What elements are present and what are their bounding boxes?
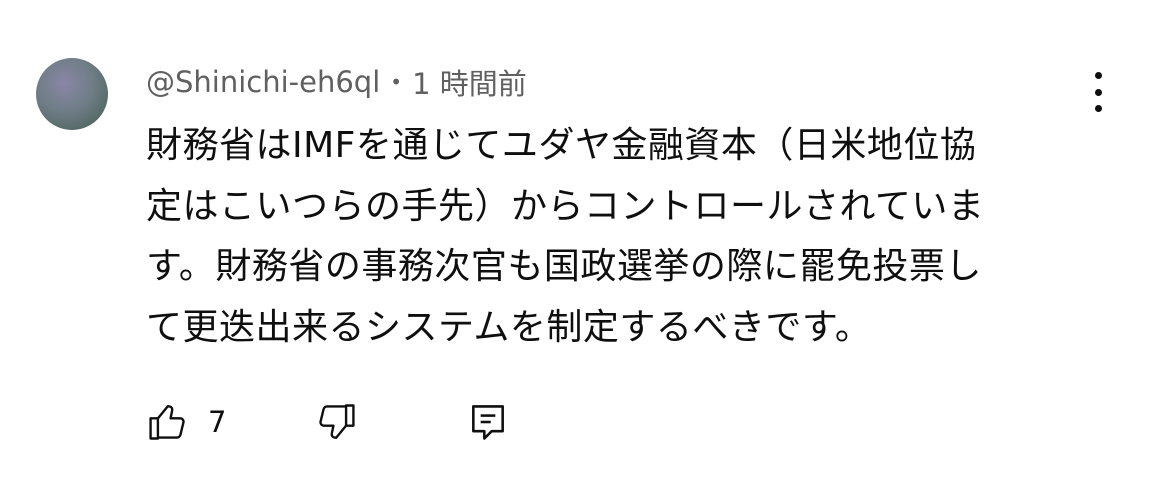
avatar[interactable] bbox=[36, 58, 108, 130]
comment-line: て更迭出来るシステムを制定するべきです。 bbox=[146, 306, 872, 348]
comment-reply-icon bbox=[466, 400, 510, 444]
author-name[interactable]: @Shinichi-eh6ql bbox=[146, 65, 380, 99]
more-vert-icon[interactable] bbox=[1084, 72, 1112, 112]
comment-header: @Shinichi-eh6ql • 1 時間前 bbox=[146, 62, 527, 102]
timestamp[interactable]: 1 時間前 bbox=[412, 61, 527, 103]
thumb-down-icon bbox=[314, 400, 358, 444]
comment-line: す。財務省の事務次官も国政選挙の際に罷免投票し bbox=[146, 246, 982, 287]
like-count: 7 bbox=[208, 405, 227, 439]
like-button[interactable]: 7 bbox=[146, 400, 226, 444]
comment-text: 財務省はIMFを通じてユダヤ金融資本（日米地位協 定はこいつらの手先）からコント… bbox=[146, 116, 1076, 358]
reply-button[interactable] bbox=[466, 400, 510, 444]
comment-line: 定はこいつらの手先）からコントロールされていま bbox=[146, 185, 985, 227]
thumb-up-icon bbox=[146, 400, 190, 444]
comment-actions: 7 bbox=[146, 400, 546, 444]
dislike-button[interactable] bbox=[314, 400, 358, 444]
separator-dot: • bbox=[390, 70, 403, 94]
comment-line: 財務省はIMFを通じてユダヤ金融資本（日米地位協 bbox=[146, 125, 977, 166]
